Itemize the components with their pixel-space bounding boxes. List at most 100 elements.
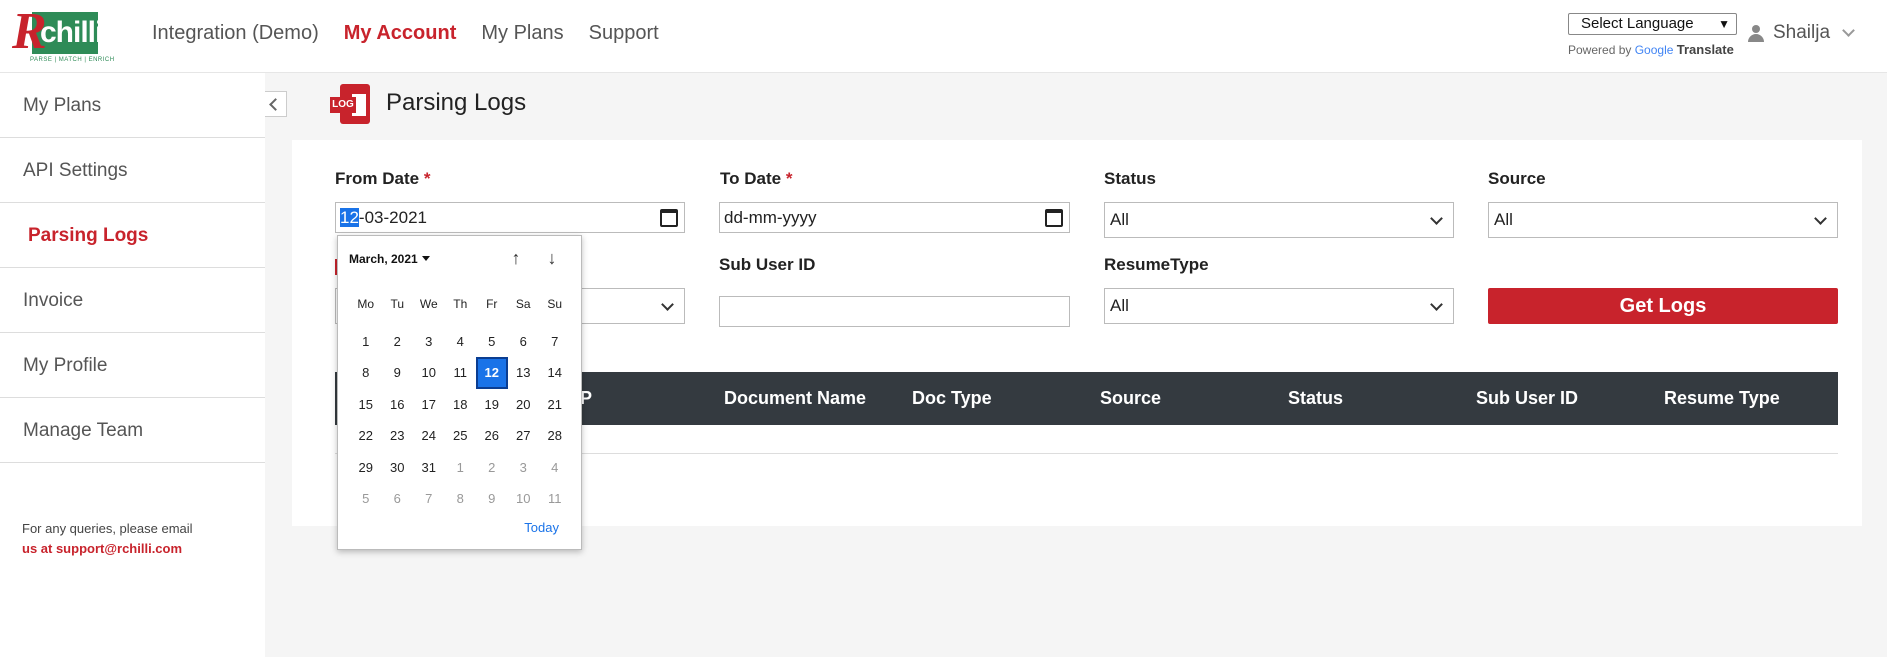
calendar-day[interactable]: 5 xyxy=(476,326,508,358)
user-name: Shailja xyxy=(1773,22,1831,43)
calendar-day[interactable]: 14 xyxy=(539,357,571,389)
calendar-day[interactable]: 23 xyxy=(382,420,414,452)
column-header-status[interactable]: Status xyxy=(1288,388,1343,409)
to-date-label: To Date * xyxy=(720,169,792,189)
calendar-day[interactable]: 21 xyxy=(539,389,571,421)
calendar-day[interactable]: 8 xyxy=(445,483,477,515)
nav-support[interactable]: Support xyxy=(589,22,659,45)
arrow-down-icon[interactable]: ↓ xyxy=(542,248,562,268)
calendar-day[interactable]: 20 xyxy=(508,389,540,421)
source-label: Source xyxy=(1488,169,1546,188)
sidebar-item-my-profile[interactable]: My Profile xyxy=(0,333,265,398)
to-date-input[interactable]: dd-mm-yyyy xyxy=(719,202,1070,233)
column-header-doc-type[interactable]: Doc Type xyxy=(912,388,992,409)
month-year-selector[interactable]: March, 2021 xyxy=(349,252,430,266)
sidebar-item-my-plans[interactable]: My Plans xyxy=(0,73,265,138)
rchilli-logo[interactable]: chilli R PARSE | MATCH | ENRICH xyxy=(12,3,114,66)
resume-type-select-value: All xyxy=(1110,296,1129,315)
calendar-day[interactable]: 4 xyxy=(445,326,477,358)
column-header-source[interactable]: Source xyxy=(1100,388,1161,409)
calendar-day[interactable]: 26 xyxy=(476,420,508,452)
calendar-day[interactable]: 13 xyxy=(508,357,540,389)
sub-user-id-label: Sub User ID xyxy=(719,255,816,274)
weekday-header: Sa xyxy=(515,297,531,311)
column-header-document-name[interactable]: Document Name xyxy=(724,388,866,409)
sub-user-id-input[interactable] xyxy=(719,296,1070,327)
calendar-day[interactable]: 31 xyxy=(413,452,445,484)
google-text: Google xyxy=(1634,43,1674,57)
from-date-input[interactable]: 12-03-2021 xyxy=(335,202,685,233)
sidebar-item-manage-team[interactable]: Manage Team xyxy=(0,398,265,463)
calendar-day[interactable]: 10 xyxy=(413,357,445,389)
calendar-day[interactable]: 2 xyxy=(382,326,414,358)
calendar-day[interactable]: 11 xyxy=(539,483,571,515)
source-select[interactable]: All xyxy=(1488,202,1838,238)
calendar-day[interactable]: 8 xyxy=(350,357,382,389)
sidebar-item-invoice[interactable]: Invoice xyxy=(0,268,265,333)
calendar-icon[interactable] xyxy=(660,209,678,227)
calendar-day[interactable]: 3 xyxy=(508,452,540,484)
calendar-day[interactable]: 28 xyxy=(539,420,571,452)
support-note-line1: For any queries, please email xyxy=(22,521,193,536)
calendar-day[interactable]: 24 xyxy=(413,420,445,452)
sidebar-item-api-settings[interactable]: API Settings xyxy=(0,138,265,203)
translate-link[interactable]: Translate xyxy=(1677,42,1734,57)
calendar-day[interactable]: 22 xyxy=(350,420,382,452)
today-button[interactable]: Today xyxy=(524,520,559,535)
calendar-day[interactable]: 5 xyxy=(350,483,382,515)
logo-tagline: PARSE | MATCH | ENRICH xyxy=(30,57,115,63)
calendar-day[interactable]: 30 xyxy=(382,452,414,484)
calendar-day[interactable]: 7 xyxy=(413,483,445,515)
nav-my-account[interactable]: My Account xyxy=(344,22,457,45)
calendar-day[interactable]: 6 xyxy=(508,326,540,358)
calendar-day[interactable]: 6 xyxy=(382,483,414,515)
from-date-rest: -03-2021 xyxy=(358,208,427,227)
language-select-label: Select Language xyxy=(1581,15,1694,32)
required-mark: * xyxy=(785,169,793,188)
chevron-down-icon xyxy=(1430,212,1443,225)
calendar-day[interactable]: 19 xyxy=(476,389,508,421)
from-date-label-text: From Date xyxy=(335,169,420,188)
sidebar-item-parsing-logs[interactable]: Parsing Logs xyxy=(0,203,265,268)
chevron-down-icon: ▼ xyxy=(1718,17,1730,31)
column-header-sub-user-id[interactable]: Sub User ID xyxy=(1476,388,1578,409)
calendar-day[interactable]: 11 xyxy=(445,357,477,389)
calendar-day[interactable]: 17 xyxy=(413,389,445,421)
weekday-header: Fr xyxy=(486,297,498,311)
calendar-day[interactable]: 29 xyxy=(350,452,382,484)
calendar-day[interactable]: 3 xyxy=(413,326,445,358)
calendar-day[interactable]: 9 xyxy=(382,357,414,389)
calendar-day[interactable]: 7 xyxy=(539,326,571,358)
resume-type-select[interactable]: All xyxy=(1104,288,1454,324)
chevron-down-icon xyxy=(661,298,674,311)
selected-day[interactable]: 12 xyxy=(476,357,508,389)
logo-mark: R xyxy=(12,3,47,60)
date-picker-popup: March, 2021 ↑ ↓ Mo Tu We Th Fr Sa Su 1 2 3 4 5 6 7 8 9 1… xyxy=(337,235,582,550)
support-email[interactable]: us at support@rchilli.com xyxy=(22,539,193,559)
calendar-day[interactable]: 10 xyxy=(508,483,540,515)
status-select[interactable]: All xyxy=(1104,202,1454,238)
calendar-day[interactable]: 25 xyxy=(445,420,477,452)
language-select[interactable]: Select Language ▼ xyxy=(1568,13,1737,35)
calendar-day[interactable]: 1 xyxy=(445,452,477,484)
calendar-day[interactable]: 4 xyxy=(539,452,571,484)
sidebar: My Plans API Settings Parsing Logs Invoi… xyxy=(0,73,265,657)
calendar-grid: Mo Tu We Th Fr Sa Su 1 2 3 4 5 6 7 8 9 10 11 12 13 14 15 16 17 1… xyxy=(350,294,571,515)
calendar-day[interactable]: 27 xyxy=(508,420,540,452)
arrow-up-icon[interactable]: ↑ xyxy=(506,248,526,268)
calendar-day[interactable]: 15 xyxy=(350,389,382,421)
get-logs-button[interactable]: Get Logs xyxy=(1488,288,1838,324)
calendar-day[interactable]: 2 xyxy=(476,452,508,484)
nav-my-plans[interactable]: My Plans xyxy=(481,22,563,45)
calendar-icon[interactable] xyxy=(1045,209,1063,227)
nav-integration-demo[interactable]: Integration (Demo) xyxy=(152,22,319,45)
calendar-day[interactable]: 9 xyxy=(476,483,508,515)
user-menu[interactable]: Shailja xyxy=(1747,22,1855,44)
calendar-day[interactable]: 18 xyxy=(445,389,477,421)
calendar-day[interactable]: 1 xyxy=(350,326,382,358)
column-header-resume-type[interactable]: Resume Type xyxy=(1664,388,1780,409)
calendar-day[interactable]: 16 xyxy=(382,389,414,421)
powered-by-text: Powered by xyxy=(1568,43,1632,57)
weekday-header: We xyxy=(419,297,438,311)
collapse-sidebar-button[interactable] xyxy=(265,91,287,117)
